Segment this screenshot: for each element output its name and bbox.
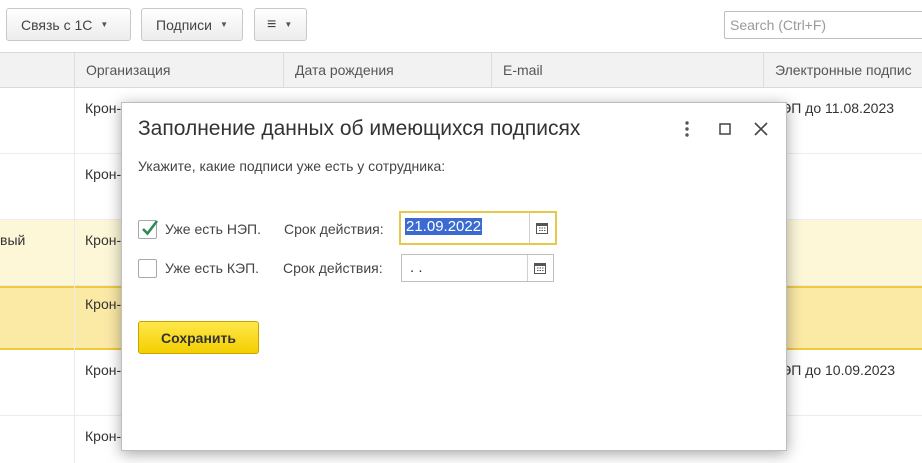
nep-date-field[interactable]: 21.09.2022	[399, 211, 557, 245]
caret-down-icon: ▼	[284, 20, 293, 29]
cell-organization: Крон-	[85, 166, 122, 182]
svyaz-s-1c-button[interactable]: Связь с 1С ▼	[6, 8, 131, 41]
kep-label[interactable]: Уже есть КЭП.	[165, 260, 259, 276]
calendar-icon[interactable]	[529, 213, 553, 243]
dialog-title: Заполнение данных об имеющихся подписях	[138, 117, 581, 140]
cell-signatures: КЭП до 11.08.2023	[773, 100, 895, 116]
search-input[interactable]	[724, 11, 922, 39]
cell-organization: Крон-	[85, 362, 122, 378]
podpisi-label: Подписи	[156, 16, 212, 33]
podpisi-button[interactable]: Подписи ▼	[141, 8, 243, 41]
table-header: Организация Дата рождения E-mail Электро…	[0, 52, 922, 88]
cell-first-column: вый	[0, 232, 26, 248]
nep-label[interactable]: Уже есть НЭП.	[165, 221, 261, 237]
kep-date-value: . .	[410, 259, 423, 276]
column-header-birth-date[interactable]: Дата рождения	[283, 53, 491, 88]
close-icon[interactable]	[749, 117, 773, 141]
maximize-icon[interactable]	[713, 117, 737, 141]
column-header-email[interactable]: E-mail	[491, 53, 763, 88]
cell-signatures: КЭП до 10.09.2023	[773, 362, 896, 378]
nep-checkbox[interactable]	[138, 220, 159, 239]
dialog-instruction: Укажите, какие подписи уже есть у сотруд…	[138, 158, 446, 174]
cell-organization: Крон-	[85, 232, 122, 248]
save-button[interactable]: Сохранить	[138, 321, 259, 354]
cell-organization: Крон-	[85, 296, 122, 312]
fill-signatures-dialog: Заполнение данных об имеющихся подписях …	[121, 102, 787, 451]
checkmark-icon	[142, 220, 159, 236]
nep-date-value: 21.09.2022	[405, 218, 483, 235]
cell-organization: Крон-	[85, 428, 122, 444]
column-divider	[74, 88, 75, 463]
svyaz-s-1c-label: Связь с 1С	[21, 16, 93, 33]
column-header-signatures[interactable]: Электронные подпис	[763, 53, 922, 88]
list-icon: ≡	[267, 15, 277, 33]
kep-checkbox[interactable]	[138, 259, 157, 278]
column-header-blank[interactable]	[0, 53, 74, 88]
nep-expiry-label: Срок действия:	[284, 221, 384, 237]
more-vertical-icon[interactable]	[675, 117, 699, 141]
calendar-icon[interactable]	[527, 255, 551, 281]
list-menu-button[interactable]: ≡ ▼	[254, 8, 307, 41]
caret-down-icon: ▼	[219, 20, 228, 29]
kep-date-field[interactable]: . .	[401, 254, 554, 282]
caret-down-icon: ▼	[100, 20, 109, 29]
column-header-organization[interactable]: Организация	[74, 53, 283, 88]
kep-expiry-label: Срок действия:	[283, 260, 383, 276]
toolbar: Связь с 1С ▼ Подписи ▼ ≡ ▼	[0, 0, 922, 52]
